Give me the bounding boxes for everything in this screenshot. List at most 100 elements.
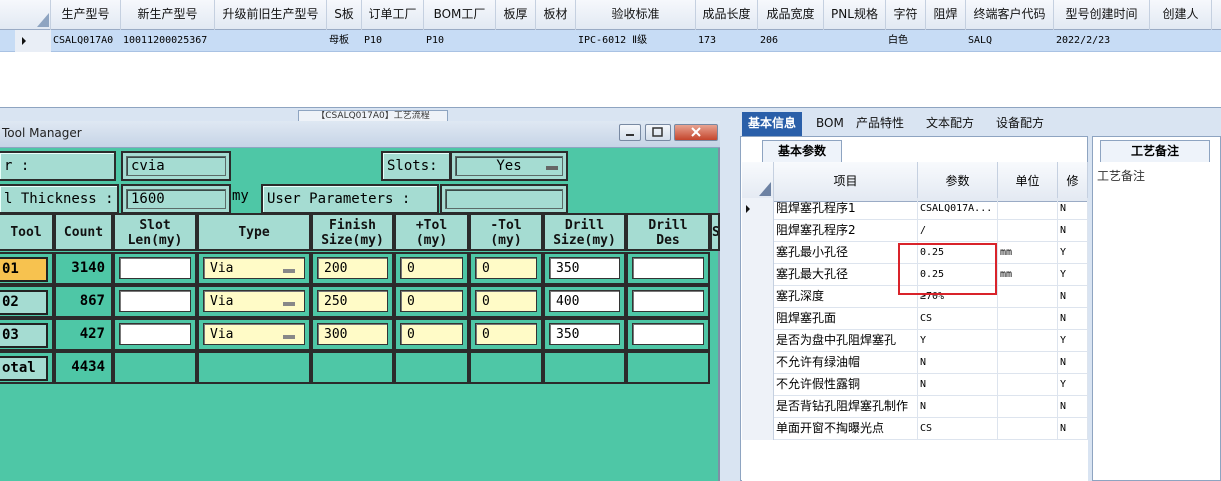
cell[interactable]: [215, 30, 327, 52]
tool-button[interactable]: 03: [0, 323, 48, 348]
layer-input[interactable]: cvia: [126, 156, 226, 176]
param-value[interactable]: CS: [918, 418, 998, 440]
finish-cell[interactable]: 200: [311, 252, 394, 285]
drill-size-cell[interactable]: 350: [543, 252, 626, 285]
tab-text-recipe[interactable]: 文本配方: [920, 112, 980, 136]
table-row[interactable]: 是否背钻孔阻焊塞孔制作 N N: [742, 396, 1088, 418]
tab-equipment-recipe[interactable]: 设备配方: [990, 112, 1050, 136]
col-header[interactable]: 板材: [536, 0, 576, 30]
total-cell[interactable]: otal: [0, 351, 54, 384]
plus-tol-cell[interactable]: 0: [394, 252, 469, 285]
cell[interactable]: IPC-6012 Ⅱ级: [576, 30, 696, 52]
tool-cell[interactable]: 02: [0, 285, 54, 318]
col-header[interactable]: 阻焊: [926, 0, 966, 30]
col-header[interactable]: 订单工厂: [362, 0, 424, 30]
col-header[interactable]: 创建人: [1150, 0, 1212, 30]
tool-manager-titlebar[interactable]: Tool Manager: [0, 121, 720, 148]
col-header[interactable]: 升级前旧生产型号: [215, 0, 327, 30]
slot-len-cell[interactable]: [113, 252, 197, 285]
cell[interactable]: [496, 30, 536, 52]
thickness-field[interactable]: 1600: [121, 184, 231, 214]
cell[interactable]: 206: [758, 30, 824, 52]
drill-des-cell[interactable]: [626, 318, 710, 351]
table-row[interactable]: 是否为盘中孔阻焊塞孔 Y Y: [742, 330, 1088, 352]
table-row[interactable]: 不允许有绿油帽 N N: [742, 352, 1088, 374]
tab-process-notes[interactable]: 工艺备注: [1100, 140, 1210, 162]
plus-tol-input[interactable]: 0: [400, 290, 463, 312]
col-header[interactable]: 生产型号: [51, 0, 121, 30]
minimize-button[interactable]: [619, 124, 641, 141]
plus-tol-input[interactable]: 0: [400, 323, 463, 345]
drill-size-input[interactable]: 400: [549, 290, 620, 312]
type-cell[interactable]: Via: [197, 285, 311, 318]
param-value[interactable]: /: [918, 220, 998, 242]
maximize-button[interactable]: [645, 124, 671, 141]
cell[interactable]: 母板: [327, 30, 362, 52]
drill-des-input[interactable]: [632, 290, 704, 312]
plus-tol-input[interactable]: 0: [400, 257, 463, 279]
table-row[interactable]: 单面开窗不掏曝光点 CS N: [742, 418, 1088, 440]
minus-tol-input[interactable]: 0: [475, 323, 537, 345]
drill-des-input[interactable]: [632, 257, 704, 279]
minus-tol-cell[interactable]: 0: [469, 252, 543, 285]
type-cell[interactable]: Via: [197, 252, 311, 285]
minus-tol-input[interactable]: 0: [475, 290, 537, 312]
cell[interactable]: 2022/2/23: [1054, 30, 1150, 52]
slot-len-input[interactable]: [119, 257, 191, 279]
close-button[interactable]: [674, 124, 718, 141]
col-header[interactable]: 验收标准: [576, 0, 696, 30]
table-row[interactable]: CSALQ017A0 10011200025367 母板 P10 P10 IPC…: [0, 30, 1221, 52]
minus-tol-cell[interactable]: 0: [469, 318, 543, 351]
cell[interactable]: 白色: [886, 30, 926, 52]
cell[interactable]: P10: [362, 30, 424, 52]
col-header[interactable]: 字符: [886, 0, 926, 30]
cell[interactable]: 10011200025367: [121, 30, 215, 52]
plus-tol-cell[interactable]: 0: [394, 285, 469, 318]
tab-basic-params[interactable]: 基本参数: [762, 140, 842, 162]
tool-button[interactable]: 01: [0, 257, 48, 282]
col-header[interactable]: 型号创建时间: [1054, 0, 1150, 30]
param-value[interactable]: CS: [918, 308, 998, 330]
param-value[interactable]: N: [918, 396, 998, 418]
cell[interactable]: [926, 30, 966, 52]
slot-len-input[interactable]: [119, 290, 191, 312]
type-cell[interactable]: Via: [197, 318, 311, 351]
col-header[interactable]: 新生产型号: [121, 0, 215, 30]
slot-len-input[interactable]: [119, 323, 191, 345]
param-value[interactable]: N: [918, 352, 998, 374]
col-header[interactable]: BOM工厂: [424, 0, 496, 30]
col-header[interactable]: 终端客户代码: [966, 0, 1054, 30]
slot-len-cell[interactable]: [113, 285, 197, 318]
table-row[interactable]: 阻焊塞孔程序1 CSALQ017A... N: [742, 198, 1088, 220]
slot-len-cell[interactable]: [113, 318, 197, 351]
finish-cell[interactable]: 250: [311, 285, 394, 318]
col-header[interactable]: 板厚: [496, 0, 536, 30]
finish-input[interactable]: 200: [317, 257, 388, 279]
drill-des-cell[interactable]: [626, 252, 710, 285]
thickness-input[interactable]: 1600: [126, 189, 226, 209]
drill-size-input[interactable]: 350: [549, 323, 620, 345]
col-header[interactable]: PNL规格: [824, 0, 886, 30]
col-item[interactable]: 项目: [774, 162, 918, 202]
total-button[interactable]: otal: [0, 356, 48, 381]
tool-button[interactable]: 02: [0, 290, 48, 315]
cell[interactable]: P10: [424, 30, 496, 52]
drill-size-input[interactable]: 350: [549, 257, 620, 279]
slots-dropdown[interactable]: Yes: [450, 151, 568, 181]
finish-input[interactable]: 250: [317, 290, 388, 312]
tool-cell[interactable]: 01: [0, 252, 54, 285]
param-value[interactable]: Y: [918, 330, 998, 352]
layer-field[interactable]: cvia: [121, 151, 231, 181]
cell[interactable]: 173: [696, 30, 758, 52]
table-row[interactable]: 阻焊塞孔程序2/ N: [742, 220, 1088, 242]
table-row[interactable]: 阻焊塞孔面 CS N: [742, 308, 1088, 330]
col-header[interactable]: 成品宽度: [758, 0, 824, 30]
cell[interactable]: [536, 30, 576, 52]
tab-basic-info[interactable]: 基本信息: [742, 112, 803, 136]
finish-input[interactable]: 300: [317, 323, 388, 345]
drill-des-cell[interactable]: [626, 285, 710, 318]
user-params-input[interactable]: [445, 189, 563, 209]
tool-cell[interactable]: 03: [0, 318, 54, 351]
table-row[interactable]: 不允许假性露铜 N Y: [742, 374, 1088, 396]
user-params-field[interactable]: [440, 184, 568, 214]
